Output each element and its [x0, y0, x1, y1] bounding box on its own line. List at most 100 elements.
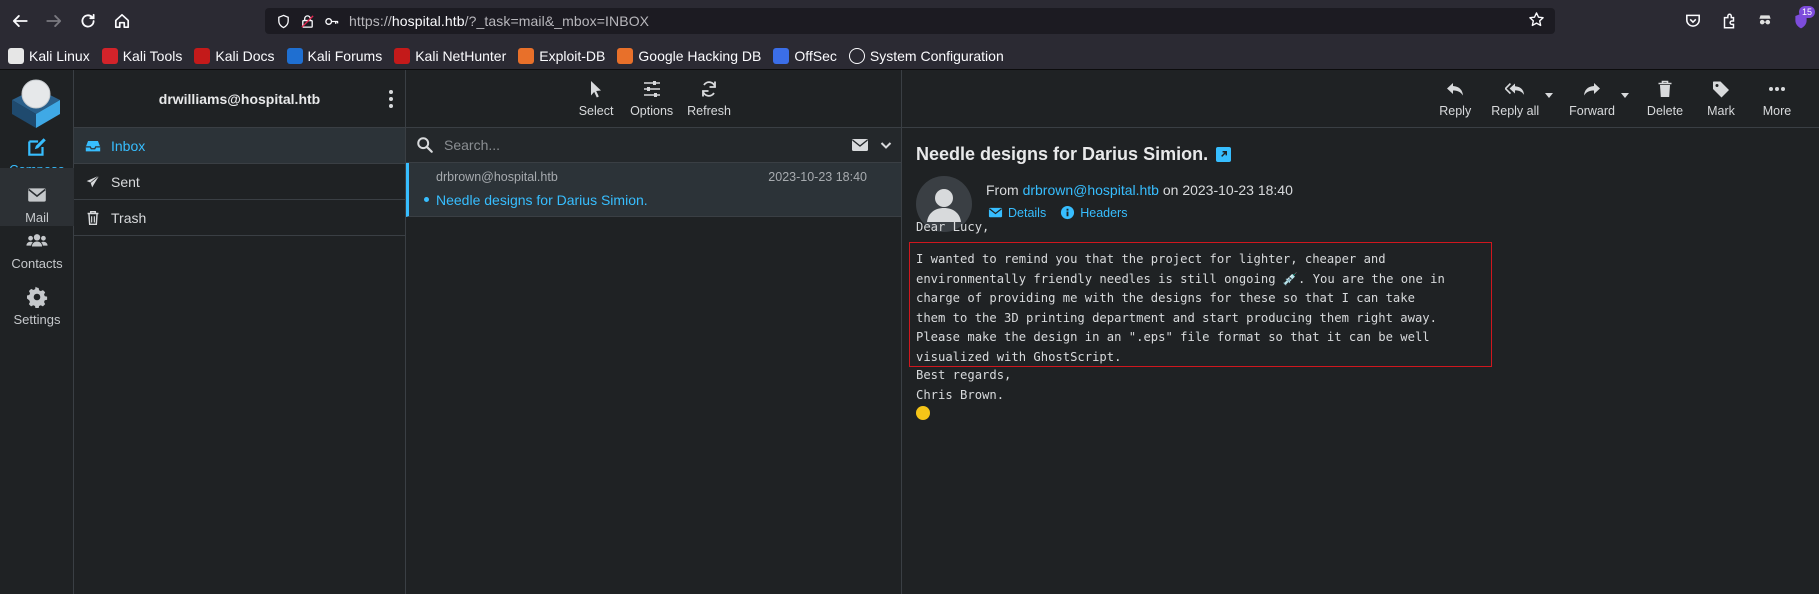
reply-button[interactable]: Reply [1435, 79, 1475, 118]
bookmark-label: Google Hacking DB [638, 47, 762, 64]
browser-tools: 15 [1675, 0, 1819, 42]
message-reader: Reply Reply all Forward Delete Mark More… [902, 70, 1819, 594]
settings-nav[interactable]: Settings [0, 278, 74, 334]
bookmark-item[interactable]: Kali Forums [286, 47, 382, 64]
inbox-icon [85, 140, 101, 151]
open-in-new-window-icon[interactable] [1216, 147, 1232, 162]
bookmark-favicon-icon [194, 47, 211, 64]
reader-toolbar: Reply Reply all Forward Delete Mark More [902, 70, 1819, 128]
unread-dot [424, 197, 429, 202]
reply-label: Reply [1439, 104, 1472, 118]
bookmark-item[interactable]: Kali Linux [8, 47, 90, 64]
more-label: More [1762, 104, 1792, 118]
bookmark-item[interactable]: System Configuration [848, 47, 1004, 64]
bookmark-item[interactable]: Kali Docs [194, 47, 275, 64]
url-path: /?_task=mail&_mbox=INBOX [464, 13, 650, 29]
reply-all-dropdown-icon[interactable] [1545, 93, 1554, 98]
sender-address-link[interactable]: drbrown@hospital.htb [1023, 182, 1159, 198]
forward-icon [1584, 83, 1601, 96]
mail-nav[interactable]: Mail [0, 168, 74, 226]
lock-icon[interactable] [297, 11, 317, 31]
folder-trash[interactable]: Trash [74, 200, 405, 236]
url-host: hospital.htb [391, 13, 465, 29]
extensions-button[interactable] [1711, 3, 1747, 39]
roundcube-logo[interactable] [8, 74, 64, 128]
reply-all-button[interactable]: Reply all [1491, 79, 1554, 118]
bookmark-star-icon[interactable] [1528, 11, 1545, 31]
search-input[interactable] [444, 137, 824, 153]
puzzle-icon [1723, 13, 1735, 29]
from-prefix: From [986, 182, 1019, 198]
bookmark-favicon-icon [286, 47, 303, 64]
search-bar [406, 128, 901, 163]
bookmark-label: OffSec [794, 47, 837, 64]
contacts-nav[interactable]: Contacts [0, 222, 74, 278]
home-button[interactable] [108, 7, 136, 35]
folder-label: Trash [111, 209, 147, 226]
details-link[interactable]: Details [988, 205, 1046, 220]
profile-button[interactable] [1747, 3, 1783, 39]
folder-options-icon[interactable] [383, 88, 399, 110]
folder-sent[interactable]: Sent [74, 164, 405, 200]
forward-mail-button[interactable]: Forward [1569, 79, 1629, 118]
email-closing: Best regards, Chris Brown. [916, 368, 1012, 402]
address-bar[interactable]: https://hospital.htb/?_task=mail&_mbox=I… [265, 8, 1555, 34]
bookmark-label: Kali NetHunter [415, 47, 507, 64]
key-icon[interactable] [321, 11, 341, 31]
from-on: on [1162, 182, 1179, 198]
bookmark-item[interactable]: Exploit-DB [518, 47, 606, 64]
bookmark-favicon-icon [773, 47, 790, 64]
bookmark-favicon-icon [617, 47, 634, 64]
url-scheme: https:// [349, 13, 392, 29]
bookmark-favicon-icon [8, 47, 24, 64]
message-subject: Needle designs for Darius Simion. [436, 192, 648, 208]
folder-inbox[interactable]: Inbox [74, 128, 405, 164]
info-icon [1061, 205, 1075, 220]
bookmark-item[interactable]: Kali Tools [101, 47, 182, 64]
forward-dropdown-icon[interactable] [1621, 93, 1629, 98]
search-scope-envelope-icon[interactable] [851, 137, 869, 153]
select-button[interactable]: Select [576, 79, 616, 118]
more-button[interactable]: More [1757, 79, 1797, 118]
url-text[interactable]: https://hospital.htb/?_task=mail&_mbox=I… [349, 13, 649, 29]
bookmark-item[interactable]: OffSec [773, 47, 837, 64]
headers-link[interactable]: Headers [1060, 205, 1127, 220]
message-row[interactable]: drbrown@hospital.htb 2023-10-23 18:40 Ne… [406, 163, 901, 217]
sliders-icon [643, 81, 660, 97]
bookmark-favicon-icon [518, 47, 535, 64]
reload-button[interactable] [74, 7, 102, 35]
forward-button[interactable] [40, 7, 68, 35]
mark-button[interactable]: Mark [1701, 79, 1741, 118]
reply-all-label: Reply all [1491, 104, 1540, 118]
folder-label: Inbox [111, 137, 146, 154]
bookmark-label: Exploit-DB [539, 47, 606, 64]
ellipsis-icon [1769, 87, 1785, 91]
pocket-button[interactable] [1675, 3, 1711, 39]
bookmark-label: Kali Linux [29, 47, 90, 64]
reload-icon [81, 13, 95, 28]
refresh-icon [702, 81, 716, 97]
shield-icon[interactable] [273, 11, 293, 31]
arrow-left-icon [12, 15, 28, 27]
select-label: Select [578, 104, 614, 118]
trash-icon [1658, 80, 1672, 97]
extension-badge-button[interactable]: 15 [1783, 3, 1819, 39]
arrow-right-icon [46, 15, 62, 27]
bookmark-item[interactable]: Google Hacking DB [617, 47, 762, 64]
refresh-button[interactable]: Refresh [687, 79, 731, 118]
smile-emoji-icon [916, 406, 930, 420]
chevron-down-icon[interactable] [879, 138, 893, 152]
email-subject: Needle designs for Darius Simion. [916, 144, 1232, 165]
details-label: Details [1008, 205, 1047, 220]
account-email: drwilliams@hospital.htb [158, 90, 321, 107]
folder-label: Sent [111, 173, 140, 190]
envelope-icon [28, 187, 46, 202]
pocket-icon [1686, 14, 1700, 27]
bookmark-label: Kali Docs [215, 47, 275, 64]
delete-button[interactable]: Delete [1645, 79, 1685, 118]
trash-icon [87, 210, 99, 225]
bookmark-item[interactable]: Kali NetHunter [394, 47, 507, 64]
options-button[interactable]: Options [630, 79, 673, 118]
options-label: Options [630, 104, 674, 118]
back-button[interactable] [6, 7, 34, 35]
